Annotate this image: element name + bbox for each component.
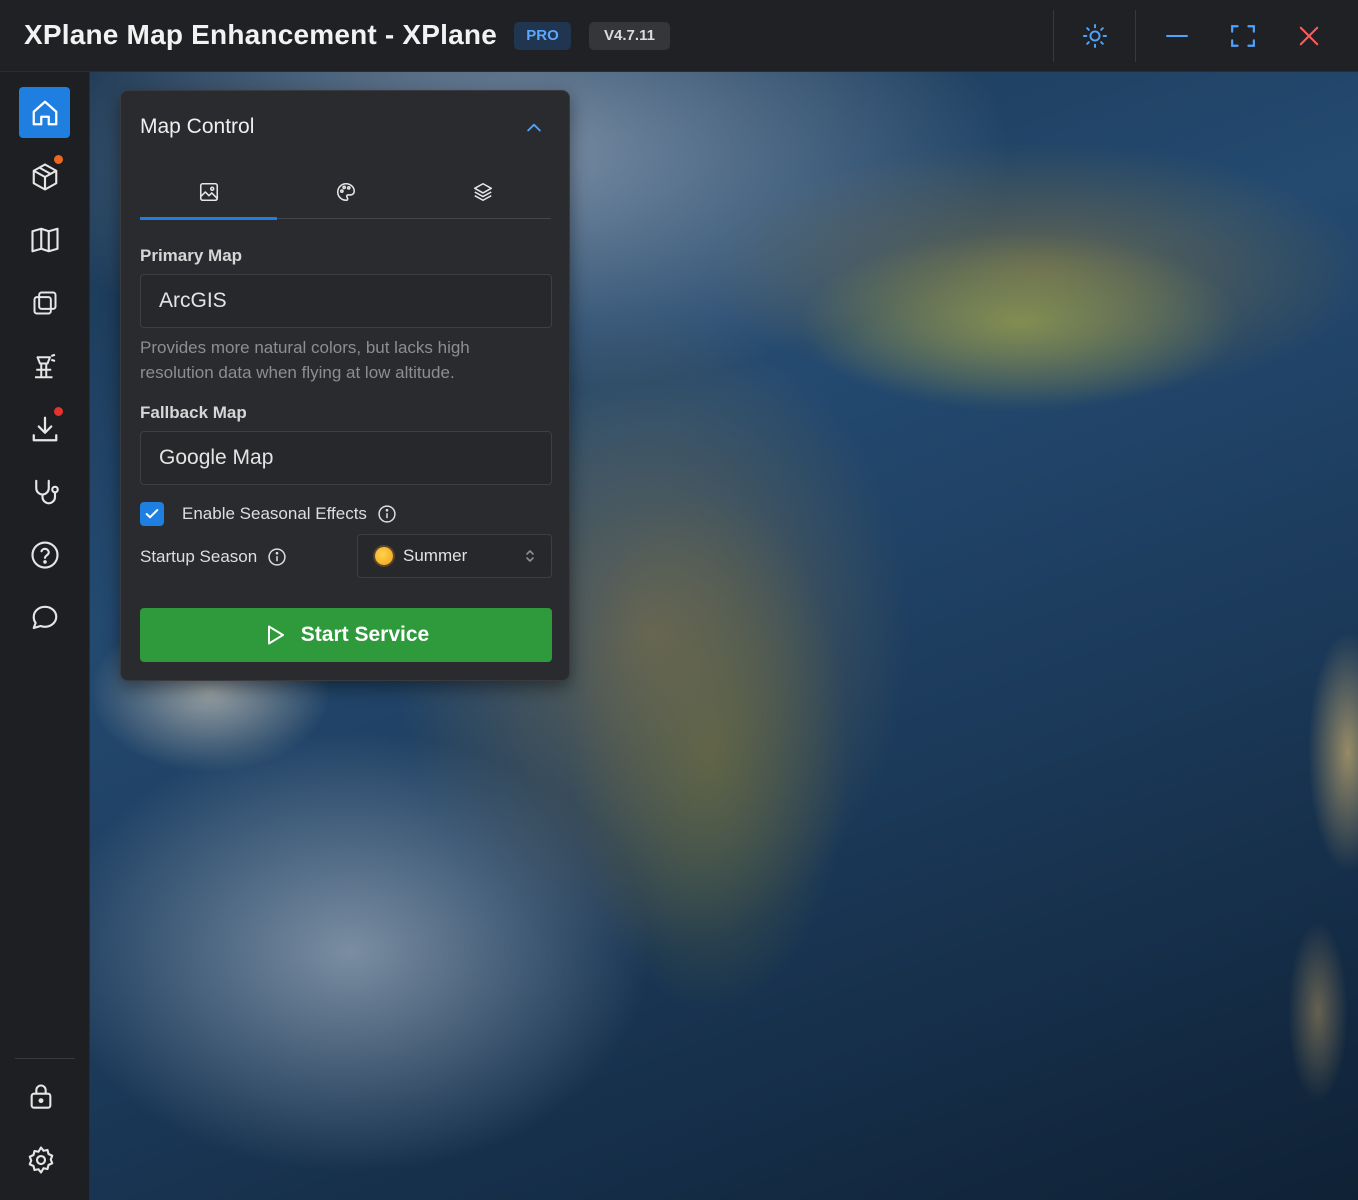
info-icon[interactable] — [267, 547, 287, 567]
close-button[interactable] — [1289, 16, 1329, 56]
help-icon — [30, 540, 59, 569]
minimize-icon — [1166, 35, 1188, 37]
map-control-panel: Map Control Primary Map ArcGIS Provides … — [120, 90, 570, 681]
app-title: XPlane Map Enhancement - XPlane — [24, 19, 497, 50]
palette-icon — [336, 182, 355, 202]
fallback-map-label: Fallback Map — [140, 403, 247, 422]
select-caret-icon — [526, 550, 534, 562]
start-service-label: Start Service — [300, 623, 430, 646]
sidebar-divider — [15, 1058, 75, 1059]
stethoscope-icon — [34, 479, 59, 504]
startup-season-value: Summer — [403, 546, 468, 565]
package-icon — [32, 162, 57, 191]
settings-icon — [28, 1145, 53, 1174]
lock-icon — [30, 1084, 51, 1109]
download-icon — [32, 416, 57, 441]
notification-dot — [52, 405, 65, 418]
seasonal-effects-row: Enable Seasonal Effects — [140, 501, 397, 527]
map-icon — [30, 227, 59, 252]
sidebar-item-feedback[interactable] — [19, 592, 70, 643]
info-icon[interactable] — [377, 504, 397, 524]
sidebar-item-packages[interactable] — [19, 151, 70, 202]
chevron-up-icon — [527, 123, 541, 132]
image-icon — [199, 182, 218, 202]
titlebar-divider — [1053, 10, 1054, 62]
seasonal-effects-checkbox[interactable] — [140, 502, 164, 526]
seasonal-effects-label: Enable Seasonal Effects — [182, 504, 367, 523]
version-badge: V4.7.11 — [589, 22, 670, 50]
city-lights — [1238, 552, 1358, 1192]
layers-copy-icon — [33, 291, 56, 314]
collapse-panel-button[interactable] — [519, 113, 549, 143]
sidebar-item-lock[interactable] — [15, 1070, 66, 1121]
primary-map-hint: Provides more natural colors, but lacks … — [140, 338, 470, 382]
title-bar: XPlane Map Enhancement - XPlane PRO V4.7… — [0, 0, 1358, 72]
fullscreen-button[interactable] — [1223, 16, 1263, 56]
tab-appearance[interactable] — [277, 165, 414, 219]
primary-map-select[interactable]: ArcGIS — [140, 274, 552, 328]
fullscreen-icon — [1231, 25, 1255, 47]
sidebar-item-map[interactable] — [19, 214, 70, 265]
panel-title: Map Control — [140, 115, 255, 138]
sidebar-item-settings[interactable] — [15, 1134, 66, 1185]
sidebar — [0, 72, 90, 1200]
notification-dot — [52, 153, 65, 166]
startup-season-label: Startup Season — [140, 547, 258, 566]
sidebar-item-diagnostics[interactable] — [19, 466, 70, 517]
airport-tower-icon — [34, 353, 55, 378]
sidebar-item-airports[interactable] — [19, 340, 70, 391]
layers-icon — [473, 182, 492, 202]
sidebar-item-home[interactable] — [19, 87, 70, 138]
home-icon — [32, 100, 57, 125]
titlebar-divider — [1135, 10, 1136, 62]
panel-tabs — [140, 165, 551, 220]
minimize-button[interactable] — [1157, 16, 1197, 56]
startup-season-select[interactable]: Summer — [357, 534, 552, 578]
summer-icon — [375, 547, 393, 565]
tab-layers[interactable] — [414, 165, 551, 219]
tab-map-source[interactable] — [140, 165, 277, 220]
sidebar-item-help[interactable] — [19, 529, 70, 580]
start-service-button[interactable]: Start Service — [140, 608, 552, 662]
sun-icon — [1082, 23, 1108, 49]
fallback-map-select[interactable]: Google Map — [140, 431, 552, 485]
chat-icon — [32, 605, 57, 629]
primary-map-label: Primary Map — [140, 246, 243, 265]
theme-toggle-button[interactable] — [1075, 16, 1115, 56]
play-icon — [267, 625, 284, 645]
close-icon — [1299, 26, 1319, 46]
startup-season-row: Startup Season — [140, 544, 287, 570]
check-icon — [145, 509, 159, 519]
sidebar-item-downloads[interactable] — [19, 403, 70, 454]
sidebar-item-overlays[interactable] — [19, 277, 70, 328]
pro-badge: PRO — [514, 22, 571, 50]
